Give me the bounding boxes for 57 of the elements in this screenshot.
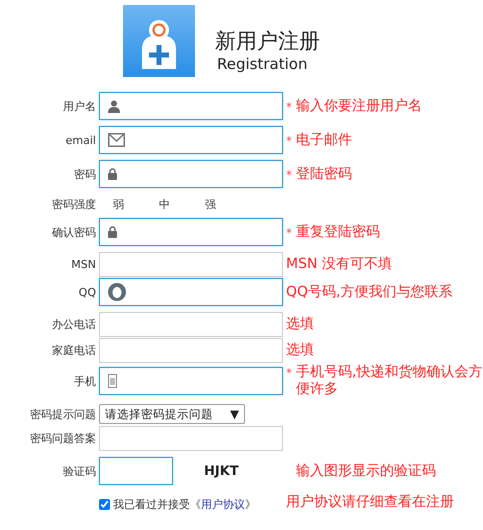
hint-text: 选填: [286, 316, 314, 333]
field-label: 用户名: [62, 98, 96, 114]
field-label: 密码: [73, 166, 96, 182]
required-mark: *: [286, 134, 292, 148]
hint-text: 输入图形显示的验证码: [296, 462, 436, 480]
page-title: 新用户注册: [215, 28, 320, 55]
field-label: 密码强度: [51, 196, 96, 212]
hint-text: 输入你要注册用户名: [296, 98, 422, 114]
required-mark: *: [286, 366, 292, 380]
question-dropdown[interactable]: 请选择密码提示问题 ▼: [99, 404, 245, 424]
lock-icon: [108, 226, 117, 238]
penguin-icon: [108, 283, 126, 301]
agreement-link[interactable]: 用户协议: [201, 498, 245, 511]
field-label: MSN: [70, 258, 96, 271]
captcha-code: HJKT: [204, 464, 239, 478]
required-mark: *: [286, 226, 292, 240]
hint-text: 用户协议请仔细查看在注册: [286, 492, 455, 510]
page-subtitle: Registration: [217, 55, 308, 73]
hint-text: 手机号码,快递和货物确认会方便许多: [296, 364, 483, 398]
input-field[interactable]: [99, 367, 283, 395]
field-label: 确认密码: [51, 224, 96, 240]
strength-level: 中: [159, 196, 170, 212]
field-label: 密码问题答案: [29, 431, 96, 446]
field-label: 家庭电话: [51, 343, 96, 358]
strength-level: 强: [205, 196, 216, 212]
lock-icon: [108, 168, 117, 180]
input-field[interactable]: [99, 457, 173, 485]
required-mark: *: [286, 168, 292, 182]
input-field[interactable]: [99, 92, 283, 120]
hint-text: QQ号码,方便我们与您联系: [286, 284, 452, 300]
hint-text: 电子邮件: [296, 132, 352, 148]
input-field[interactable]: [99, 126, 283, 154]
mail-icon: [108, 133, 125, 147]
input-field[interactable]: [99, 338, 283, 363]
input-field[interactable]: [99, 426, 283, 451]
field-label: 办公电话: [51, 317, 96, 332]
hint-text: MSN 没有可不填: [286, 256, 392, 273]
field-label: 验证码: [62, 464, 96, 478]
strength-level: 弱: [113, 196, 124, 212]
phone-icon: [108, 374, 117, 388]
field-label: email: [64, 134, 96, 146]
user-icon: [108, 100, 120, 112]
required-mark: *: [286, 100, 292, 114]
field-label: 密码提示问题: [29, 406, 96, 422]
hint-text: 重复登陆密码: [296, 224, 380, 240]
hint-text: 登陆密码: [296, 166, 352, 182]
input-field[interactable]: [99, 160, 283, 188]
input-field[interactable]: [99, 218, 283, 246]
logo-icon: [123, 5, 195, 77]
field-label: QQ: [78, 286, 96, 298]
hint-text: 选填: [286, 342, 314, 359]
agreement-text: 我已看过并接受《用户协议》: [113, 497, 256, 512]
input-field[interactable]: [99, 252, 283, 277]
input-field[interactable]: [99, 312, 283, 337]
agree-checkbox[interactable]: [99, 499, 110, 510]
input-field[interactable]: [99, 278, 283, 306]
field-label: 手机: [73, 374, 96, 388]
